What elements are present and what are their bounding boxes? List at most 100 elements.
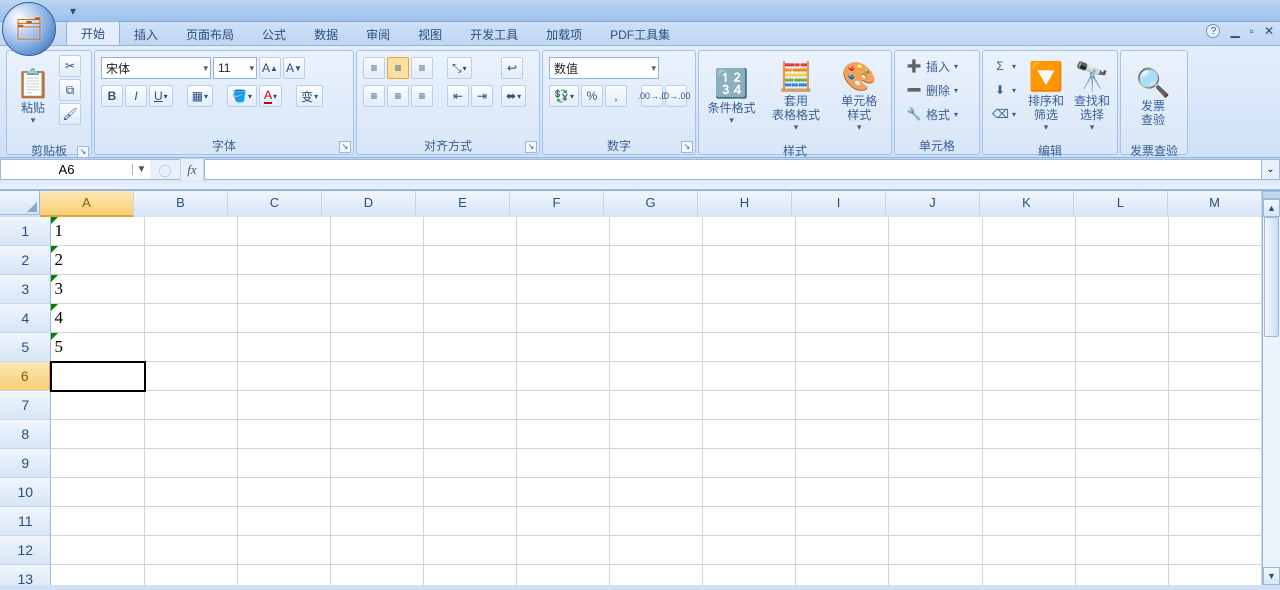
cell-E12[interactable]	[424, 536, 517, 565]
cell-J3[interactable]	[889, 275, 982, 304]
cell-C1[interactable]	[238, 217, 331, 246]
cell-G6[interactable]	[610, 362, 703, 391]
cell-M6[interactable]	[1169, 362, 1262, 391]
decrease-indent-button[interactable]: ⇤	[447, 85, 469, 107]
grow-font-button[interactable]: A▲	[259, 57, 281, 79]
cell-G2[interactable]	[610, 246, 703, 275]
cell-F9[interactable]	[517, 449, 610, 478]
cell-M11[interactable]	[1169, 507, 1262, 536]
cell-A6[interactable]	[51, 362, 144, 391]
underline-button[interactable]: U▾	[149, 85, 173, 107]
cell-L3[interactable]	[1076, 275, 1169, 304]
cell-A12[interactable]	[51, 536, 144, 565]
scroll-down-button[interactable]: ▼	[1263, 567, 1280, 585]
cell-M9[interactable]	[1169, 449, 1262, 478]
cell-E6[interactable]	[424, 362, 517, 391]
cell-J8[interactable]	[889, 420, 982, 449]
restore-window-button[interactable]: ▫	[1250, 24, 1254, 38]
minimize-ribbon-button[interactable]: ▁	[1230, 24, 1239, 38]
column-header-M[interactable]: M	[1168, 191, 1262, 217]
cell-J11[interactable]	[889, 507, 982, 536]
align-bottom-button[interactable]: ≡	[411, 57, 433, 79]
row-header-1[interactable]: 1	[0, 217, 51, 246]
column-header-D[interactable]: D	[322, 191, 416, 217]
cell-G9[interactable]	[610, 449, 703, 478]
cell-C3[interactable]	[238, 275, 331, 304]
cell-H7[interactable]	[703, 391, 796, 420]
cell-H12[interactable]	[703, 536, 796, 565]
cell-G10[interactable]	[610, 478, 703, 507]
tab-data[interactable]: 数据	[300, 23, 352, 45]
cell-F12[interactable]	[517, 536, 610, 565]
cell-D3[interactable]	[331, 275, 424, 304]
column-header-I[interactable]: I	[792, 191, 886, 217]
dialog-launcher-icon[interactable]: ↘	[77, 146, 89, 158]
cell-F11[interactable]	[517, 507, 610, 536]
align-top-button[interactable]: ≡	[363, 57, 385, 79]
cell-styles-button[interactable]: 🎨 单元格 样式 ▾	[832, 55, 887, 137]
row-header-12[interactable]: 12	[0, 536, 51, 565]
cell-H2[interactable]	[703, 246, 796, 275]
cell-D11[interactable]	[331, 507, 424, 536]
cell-A2[interactable]: 2	[51, 246, 144, 275]
cell-D10[interactable]	[331, 478, 424, 507]
cell-H5[interactable]	[703, 333, 796, 362]
cell-E10[interactable]	[424, 478, 517, 507]
select-all-corner[interactable]	[0, 191, 40, 215]
cell-K12[interactable]	[983, 536, 1076, 565]
increase-indent-button[interactable]: ⇥	[471, 85, 493, 107]
column-header-A[interactable]: A	[40, 191, 134, 217]
column-header-B[interactable]: B	[134, 191, 228, 217]
number-format-combo[interactable]: 数值▾	[549, 57, 659, 79]
cell-K11[interactable]	[983, 507, 1076, 536]
cell-B7[interactable]	[145, 391, 238, 420]
cell-F5[interactable]	[517, 333, 610, 362]
tab-pdf-tools[interactable]: PDF工具集	[596, 23, 684, 45]
cell-E4[interactable]	[424, 304, 517, 333]
align-middle-button[interactable]: ≡	[387, 57, 409, 79]
cell-K3[interactable]	[983, 275, 1076, 304]
row-header-4[interactable]: 4	[0, 304, 51, 333]
scroll-up-button[interactable]: ▲	[1263, 199, 1280, 217]
cell-D6[interactable]	[331, 362, 424, 391]
cell-D2[interactable]	[331, 246, 424, 275]
cell-E9[interactable]	[424, 449, 517, 478]
cell-B11[interactable]	[145, 507, 238, 536]
accounting-format-button[interactable]: 💱▾	[549, 85, 579, 107]
cell-C11[interactable]	[238, 507, 331, 536]
cell-I6[interactable]	[796, 362, 889, 391]
cell-K6[interactable]	[983, 362, 1076, 391]
column-header-L[interactable]: L	[1074, 191, 1168, 217]
cell-F4[interactable]	[517, 304, 610, 333]
cut-button[interactable]: ✂	[59, 55, 81, 77]
cell-B2[interactable]	[145, 246, 238, 275]
cell-C13[interactable]	[238, 565, 331, 585]
cell-H4[interactable]	[703, 304, 796, 333]
cell-J2[interactable]	[889, 246, 982, 275]
cell-E8[interactable]	[424, 420, 517, 449]
cell-L13[interactable]	[1076, 565, 1169, 585]
phonetic-button[interactable]: 变▾	[296, 85, 323, 107]
row-header-2[interactable]: 2	[0, 246, 51, 275]
cell-L1[interactable]	[1076, 217, 1169, 246]
sort-filter-button[interactable]: 🔽 排序和 筛选 ▾	[1025, 55, 1067, 137]
cell-I9[interactable]	[796, 449, 889, 478]
cell-L6[interactable]	[1076, 362, 1169, 391]
cell-D13[interactable]	[331, 565, 424, 585]
column-header-F[interactable]: F	[510, 191, 604, 217]
cell-I1[interactable]	[796, 217, 889, 246]
cell-F8[interactable]	[517, 420, 610, 449]
cell-K1[interactable]	[983, 217, 1076, 246]
cell-M2[interactable]	[1169, 246, 1262, 275]
cell-J7[interactable]	[889, 391, 982, 420]
delete-cells-button[interactable]: ➖删除▾	[901, 79, 963, 101]
cell-J4[interactable]	[889, 304, 982, 333]
cell-M4[interactable]	[1169, 304, 1262, 333]
cell-A8[interactable]	[51, 420, 144, 449]
name-box[interactable]: A6 ▼	[0, 159, 150, 180]
cell-G12[interactable]	[610, 536, 703, 565]
cell-G3[interactable]	[610, 275, 703, 304]
cell-I10[interactable]	[796, 478, 889, 507]
cell-L4[interactable]	[1076, 304, 1169, 333]
cell-E7[interactable]	[424, 391, 517, 420]
